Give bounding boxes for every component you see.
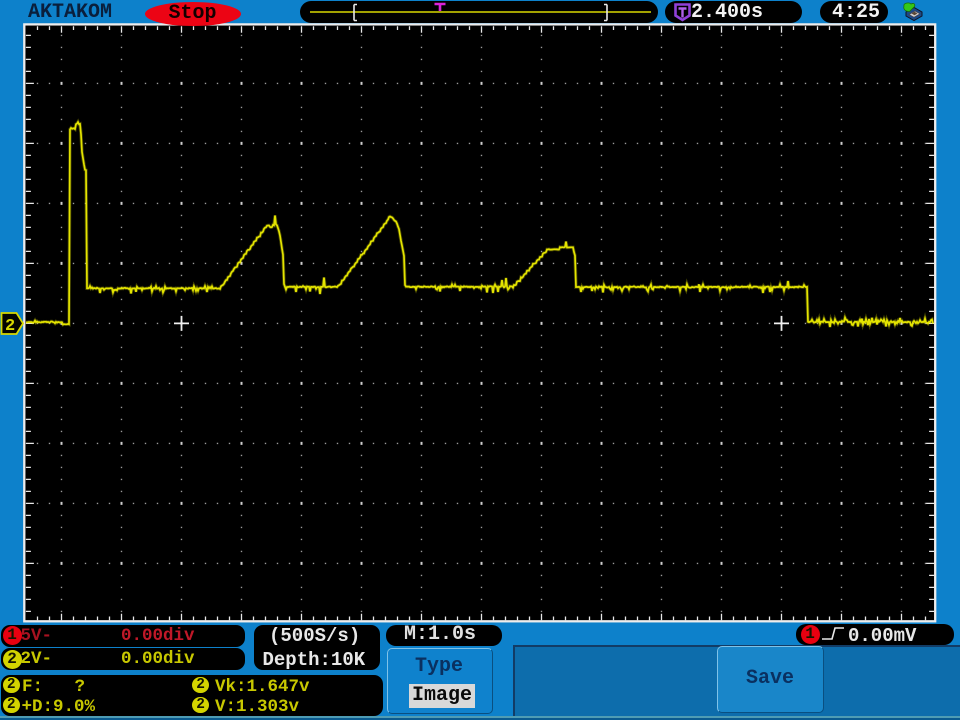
svg-text:2: 2 (5, 317, 15, 336)
